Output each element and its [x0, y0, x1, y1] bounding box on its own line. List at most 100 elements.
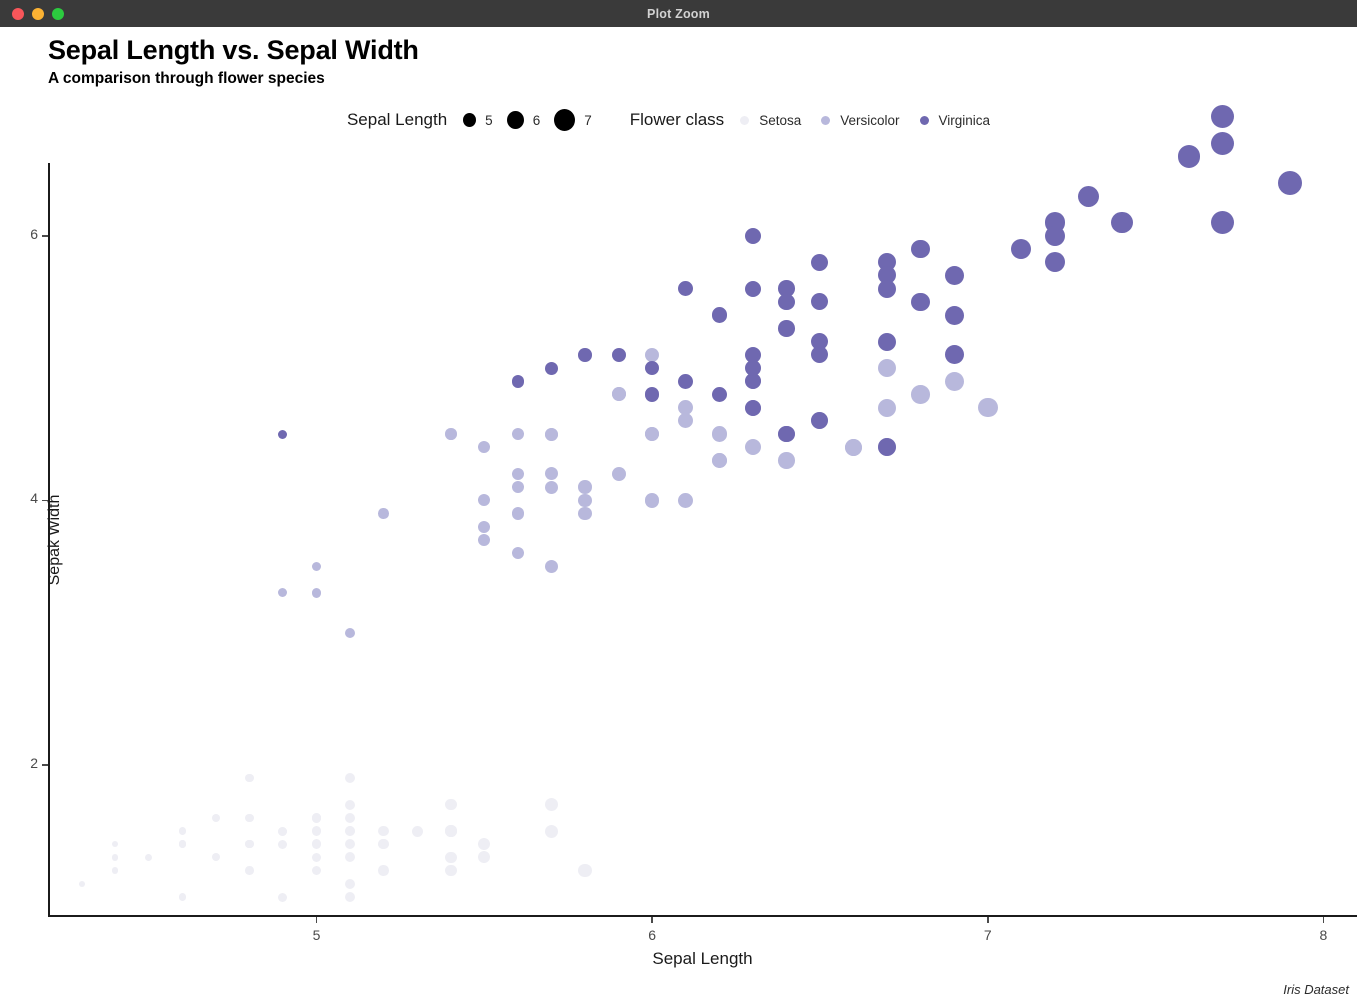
x-tick	[1322, 917, 1325, 923]
y-axis-label: Sepak Width	[46, 494, 63, 586]
plot-zoom-window: Plot Zoom Sepal Length vs. Sepal Width A…	[0, 0, 1357, 996]
scatter-point	[711, 452, 728, 469]
scatter-point	[1211, 211, 1235, 235]
scatter-point	[811, 333, 829, 351]
scatter-point	[78, 880, 85, 887]
scatter-point	[278, 826, 288, 836]
scatter-point	[644, 347, 660, 363]
scatter-point	[778, 320, 795, 337]
scatter-point	[478, 838, 491, 851]
scatter-point	[1044, 225, 1066, 246]
color-legend-label-virginica: Virginica	[938, 112, 991, 128]
scatter-point	[278, 839, 288, 849]
chart-subtitle: A comparison through flower species	[48, 70, 325, 87]
chart-canvas: Sepal Length vs. Sepal Width A compariso…	[0, 27, 1357, 996]
scatter-point	[511, 546, 525, 560]
size-legend-item-7[interactable]: 7	[554, 109, 592, 131]
scatter-point	[311, 826, 322, 836]
scatter-point	[311, 865, 322, 876]
x-tick-label: 6	[648, 927, 657, 943]
scatter-point	[544, 427, 558, 441]
scatter-point	[878, 438, 897, 457]
color-legend-item-virginica[interactable]: Virginica	[919, 112, 991, 128]
scatter-point	[744, 346, 761, 363]
scatter-point	[711, 386, 728, 403]
scatter-point	[345, 878, 356, 889]
scatter-point	[878, 398, 897, 417]
scatter-point	[478, 441, 491, 454]
scatter-point	[145, 853, 153, 861]
x-axis-label: Sepal Length	[652, 949, 753, 968]
scatter-point	[1211, 131, 1235, 155]
scatter-point	[844, 438, 863, 457]
plot-panel: 2 4 6 5 6 7 8 Sepak Width Sepal Length Iris D…	[30, 105, 1357, 996]
scatter-point	[878, 332, 897, 351]
scatter-point	[678, 492, 694, 508]
chart-legends: Sepal Length 5 6 7 Flower class Setosa V…	[0, 109, 1357, 131]
scatter-point	[611, 466, 626, 481]
scatter-point	[811, 412, 829, 430]
color-legend-item-setosa[interactable]: Setosa	[740, 113, 801, 128]
scatter-point	[111, 854, 119, 861]
scatter-point	[211, 853, 220, 862]
scatter-point	[544, 559, 558, 573]
scatter-point	[578, 493, 592, 508]
scatter-point	[345, 852, 356, 863]
size-legend: Sepal Length 5 6 7	[347, 109, 592, 131]
scatter-point	[445, 864, 457, 877]
scatter-point	[544, 361, 558, 375]
scatter-point	[378, 838, 389, 850]
scatter-point	[311, 839, 322, 849]
scatter-point	[911, 385, 930, 404]
scatter-point	[445, 825, 457, 837]
circle-icon-large	[554, 109, 576, 131]
scatter-point	[445, 798, 457, 811]
size-legend-item-6[interactable]: 6	[506, 111, 541, 129]
scatter-point	[478, 534, 491, 546]
scatter-point	[345, 799, 356, 810]
scatter-point	[578, 863, 592, 878]
scatter-point	[345, 892, 356, 903]
scatter-point	[478, 851, 491, 864]
scatter-point	[511, 480, 525, 494]
scatter-point	[478, 494, 491, 507]
scatter-point	[944, 371, 964, 391]
scatter-point	[744, 227, 761, 244]
scatter-point	[1077, 185, 1099, 207]
scatter-point	[911, 292, 930, 312]
size-legend-label-5: 5	[485, 112, 493, 128]
x-tick	[651, 917, 653, 923]
scatter-point	[278, 588, 288, 598]
swatch-icon-virginica	[919, 115, 929, 125]
scatter-point	[544, 467, 558, 481]
color-legend-label-setosa: Setosa	[759, 112, 802, 128]
y-tick-label: 6	[30, 225, 38, 242]
scatter-point	[345, 812, 356, 823]
scatter-point	[978, 397, 998, 418]
size-legend-item-5[interactable]: 5	[463, 113, 493, 128]
scatter-point	[478, 520, 491, 533]
scatter-point	[511, 467, 525, 481]
scatter-point	[944, 305, 964, 325]
scatter-point	[544, 798, 558, 812]
swatch-icon-versicolor	[821, 115, 831, 125]
scatter-point	[1044, 251, 1066, 273]
scatter-point	[511, 375, 525, 388]
scatter-point	[744, 280, 761, 297]
scatter-point	[744, 439, 761, 456]
size-legend-title: Sepal Length	[346, 110, 448, 129]
scatter-point	[678, 373, 694, 389]
scatter-point	[245, 866, 254, 875]
scatter-point	[644, 387, 660, 402]
color-legend-item-versicolor[interactable]: Versicolor	[821, 112, 900, 128]
scatter-point	[178, 840, 186, 848]
color-legend-title: Flower class	[629, 110, 725, 129]
scatter-point	[944, 345, 964, 365]
size-legend-label-6: 6	[532, 112, 541, 128]
scatter-point	[445, 428, 457, 440]
scatter-point	[111, 867, 119, 874]
color-legend-label-versicolor: Versicolor	[840, 112, 900, 128]
scatter-point	[245, 813, 254, 823]
scatter-point	[311, 588, 322, 598]
scatter-point	[578, 348, 592, 362]
